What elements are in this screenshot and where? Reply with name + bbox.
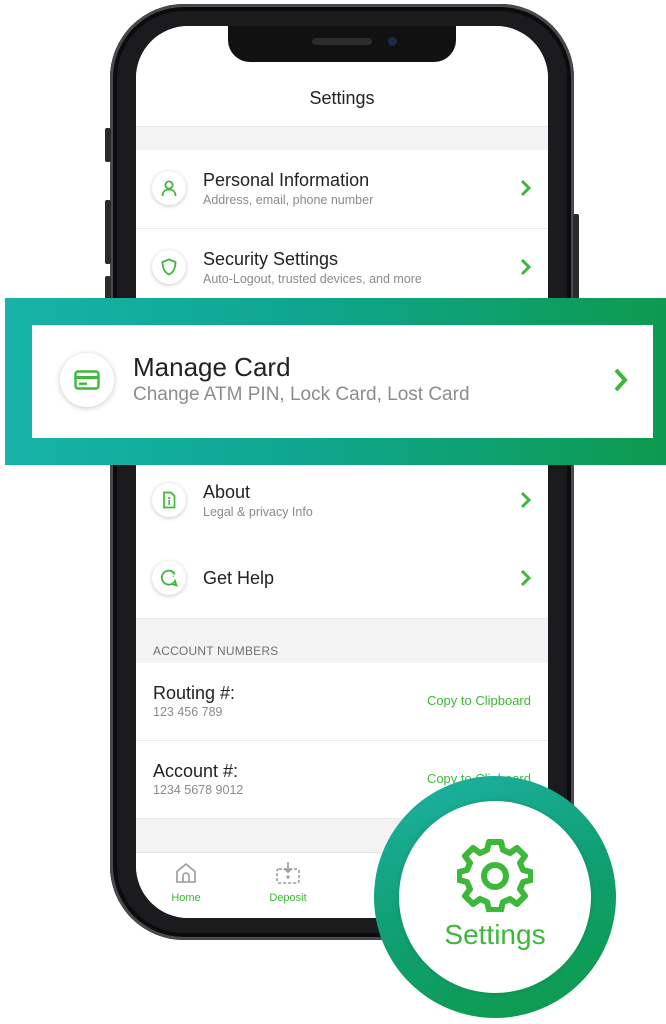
chevron-right-icon <box>520 569 532 592</box>
account-row-routing: Routing #: 123 456 789 Copy to Clipboard <box>136 663 548 741</box>
account-label: Routing #: <box>153 683 236 703</box>
deposit-icon <box>276 862 300 884</box>
person-icon <box>152 171 186 205</box>
tab-home[interactable]: Home <box>146 861 226 904</box>
svg-text:?: ? <box>171 572 175 579</box>
mute-switch <box>105 128 111 162</box>
row-title: About <box>203 482 251 502</box>
account-number: 123 456 789 <box>153 705 223 719</box>
row-title: Personal Information <box>203 170 370 190</box>
chevron-right-icon <box>520 258 532 281</box>
chevron-right-icon <box>520 491 532 514</box>
card-icon <box>60 353 114 407</box>
gear-icon <box>457 839 533 912</box>
row-subtitle: Address, email, phone number <box>203 193 374 207</box>
section-header-account-numbers: ACCOUNT NUMBERS <box>153 644 279 658</box>
row-title: Security Settings <box>203 249 339 269</box>
row-title: Manage Card <box>133 352 291 382</box>
row-subtitle: Auto-Logout, trusted devices, and more <box>203 272 422 286</box>
copy-to-clipboard-link[interactable]: Copy to Clipboard <box>427 693 531 708</box>
power-button <box>573 214 579 310</box>
row-subtitle: Legal & privacy Info <box>203 505 313 519</box>
tab-deposit[interactable]: Deposit <box>248 861 328 904</box>
manage-card-callout: Manage Card Change ATM PIN, Lock Card, L… <box>5 298 666 465</box>
settings-row-manage-card[interactable]: Manage Card Change ATM PIN, Lock Card, L… <box>32 325 653 438</box>
settings-tab-badge[interactable]: Settings <box>399 801 591 993</box>
tab-label: Home <box>171 892 201 904</box>
account-label: Account #: <box>153 761 239 781</box>
settings-row-security-settings[interactable]: Security Settings Auto-Logout, trusted d… <box>136 229 548 308</box>
settings-label: Settings <box>444 919 546 950</box>
speaker-grille <box>312 38 372 45</box>
settings-row-about[interactable]: About Legal & privacy Info <box>136 462 548 541</box>
account-number: 1234 5678 9012 <box>153 783 244 797</box>
page-title: Settings <box>309 88 375 108</box>
settings-row-get-help[interactable]: ? Get Help <box>136 540 548 619</box>
settings-tab-callout: Settings <box>374 776 616 1018</box>
settings-row-personal-information[interactable]: Personal Information Address, email, pho… <box>136 150 548 229</box>
front-camera <box>388 37 397 46</box>
notch <box>228 26 456 62</box>
shield-icon <box>152 250 186 284</box>
home-icon <box>176 862 196 883</box>
tab-label: Deposit <box>269 892 307 904</box>
chevron-right-icon <box>520 179 532 202</box>
info-document-icon <box>152 483 186 517</box>
chat-help-icon: ? <box>152 561 186 595</box>
row-title: Get Help <box>203 568 275 588</box>
chevron-right-icon <box>613 367 629 398</box>
row-subtitle: Change ATM PIN, Lock Card, Lost Card <box>133 384 470 405</box>
volume-up-button <box>105 200 111 264</box>
